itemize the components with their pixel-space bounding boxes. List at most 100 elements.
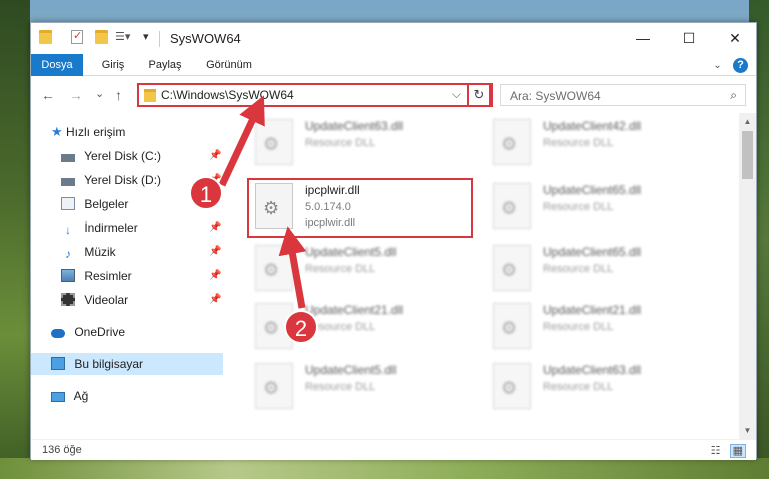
sidebar-item-pictures[interactable]: Resimler [61,265,221,287]
sidebar-item-this-pc[interactable]: Bu bilgisayar [31,353,223,375]
refresh-button[interactable]: ↻ [467,83,491,107]
folder-icon [39,30,52,44]
dll-file-icon: ⚙ [493,119,531,165]
file-description: Resource DLL [543,201,614,213]
scroll-down-icon[interactable]: ▼ [739,422,756,439]
annotation-badge-1: 1 [189,176,223,210]
item-count: 136 öğe [42,444,82,456]
tab-share[interactable]: Paylaş [141,54,189,76]
address-bar[interactable]: C:\Windows\SysWOW64 ⌵ [137,83,493,107]
list-item[interactable]: ⚙ UpdateClient63.dll Resource DLL [247,115,477,175]
file-name: UpdateClient5.dll [305,363,397,377]
sidebar-item-music[interactable]: ♪ Müzik [61,241,221,263]
recent-locations-button[interactable]: ⌄ [95,87,104,100]
sidebar-item-videos[interactable]: Videolar [61,289,221,311]
scrollbar-thumb[interactable] [742,131,753,179]
title-separator [159,31,160,47]
close-button[interactable]: ✕ [712,23,758,54]
file-description: Resource DLL [305,263,376,275]
ribbon-controls: ⌄ ? [713,57,748,73]
list-item[interactable]: ⚙ UpdateClient21.dll Resource DLL [485,299,715,359]
sidebar-item-quick-access[interactable]: ★ Hızlı erişim [51,121,221,143]
network-icon [51,392,65,402]
file-description: Resource DLL [305,381,376,393]
new-folder-icon[interactable] [95,30,108,44]
ribbon-tabs: Dosya Giriş Paylaş Görünüm ⌄ ? [31,54,756,76]
address-dropdown-icon[interactable]: ⌵ [452,87,461,102]
music-icon: ♪ [65,247,71,261]
back-button[interactable]: ← [41,87,55,103]
file-description: Resource DLL [543,263,614,275]
sidebar-item-label: Ağ [73,389,89,403]
file-description: Resource DLL [543,381,614,393]
dll-file-icon: ⚙ [493,183,531,229]
tab-view[interactable]: Görünüm [199,54,259,76]
list-item[interactable]: ⚙ UpdateClient21.dll Resource DLL [247,299,477,359]
sidebar-item-onedrive[interactable]: OneDrive [51,321,221,343]
pin-icon[interactable]: 📌 [209,270,221,281]
help-icon[interactable]: ? [733,58,748,73]
chevron-down-icon[interactable]: ▾ [143,30,149,46]
sidebar-item-label: Hızlı erişim [66,125,126,139]
drive-icon [61,178,75,186]
minimize-button[interactable]: — [620,23,666,54]
star-icon: ★ [51,124,63,139]
list-item[interactable]: ⚙ UpdateClient5.dll Resource DLL [247,241,477,301]
sidebar-item-label: Videolar [84,293,129,307]
up-button[interactable]: ↑ [115,87,122,103]
dll-file-icon: ⚙ [255,119,293,165]
documents-icon [61,197,75,210]
tab-file[interactable]: Dosya [31,54,83,76]
search-input[interactable]: Ara: SysWOW64 ⌕ [500,84,746,106]
list-item[interactable]: ⚙ UpdateClient5.dll Resource DLL [247,359,477,419]
list-item[interactable]: ⚙ UpdateClient65.dll Resource DLL [485,179,715,239]
window-title: SysWOW64 [170,31,241,46]
vertical-scrollbar[interactable]: ▲ ▼ [739,113,756,439]
drive-icon [61,154,75,162]
file-name: UpdateClient63.dll [543,363,642,377]
file-name: UpdateClient42.dll [543,119,642,133]
maximize-button[interactable]: ☐ [666,23,712,54]
list-item[interactable]: ⚙ UpdateClient65.dll Resource DLL [485,241,715,301]
view-buttons: ☷ ▦ [711,444,746,458]
title-bar: ✓ ☰▾ ▾ SysWOW64 — ☐ ✕ [31,23,756,54]
sidebar-item-local-disk-c[interactable]: Yerel Disk (C:) [61,145,221,167]
sidebar-item-downloads[interactable]: ↓ İndirmeler [61,217,221,239]
scroll-up-icon[interactable]: ▲ [739,113,756,130]
file-description: Resource DLL [543,321,614,333]
details-view-icon[interactable]: ☷ [711,445,721,457]
sidebar-item-label: OneDrive [74,325,126,339]
pin-icon[interactable]: 📌 [209,222,221,233]
desktop-background-left [0,0,30,479]
file-description: Resource DLL [305,137,376,149]
computer-icon [51,357,65,370]
file-name: UpdateClient5.dll [305,245,397,259]
file-name: UpdateClient65.dll [543,245,642,259]
annotation-badge-2: 2 [284,310,318,344]
sidebar-item-label: Müzik [84,245,116,259]
sidebar-item-label: Resimler [84,269,132,283]
list-item[interactable]: ⚙ UpdateClient63.dll Resource DLL [485,359,715,419]
customize-toolbar-icon[interactable]: ☰▾ [115,30,130,46]
search-placeholder: Ara: SysWOW64 [510,89,601,103]
annotation-highlight-file [247,178,473,238]
dll-file-icon: ⚙ [255,363,293,409]
list-item[interactable]: ⚙ UpdateClient42.dll Resource DLL [485,115,715,175]
address-path: C:\Windows\SysWOW64 [161,88,294,102]
explorer-window: ✓ ☰▾ ▾ SysWOW64 — ☐ ✕ Dosya Giriş Paylaş… [30,22,757,460]
forward-button[interactable]: → [69,87,83,103]
file-name: UpdateClient21.dll [305,303,404,317]
file-description: Resource DLL [543,137,614,149]
pin-icon[interactable]: 📌 [209,246,221,257]
pin-icon[interactable]: 📌 [209,294,221,305]
properties-icon[interactable]: ✓ [71,30,83,44]
tiles-view-icon[interactable]: ▦ [729,444,746,458]
sidebar-item-label: Bu bilgisayar [74,357,144,371]
expand-ribbon-icon[interactable]: ⌄ [713,60,721,71]
pin-icon[interactable]: 📌 [209,150,221,161]
file-name: UpdateClient65.dll [543,183,642,197]
onedrive-icon [51,329,65,338]
tab-home[interactable]: Giriş [93,54,133,76]
sidebar-item-network[interactable]: Ağ [51,385,221,407]
sidebar-item-label: Yerel Disk (C:) [84,149,162,163]
